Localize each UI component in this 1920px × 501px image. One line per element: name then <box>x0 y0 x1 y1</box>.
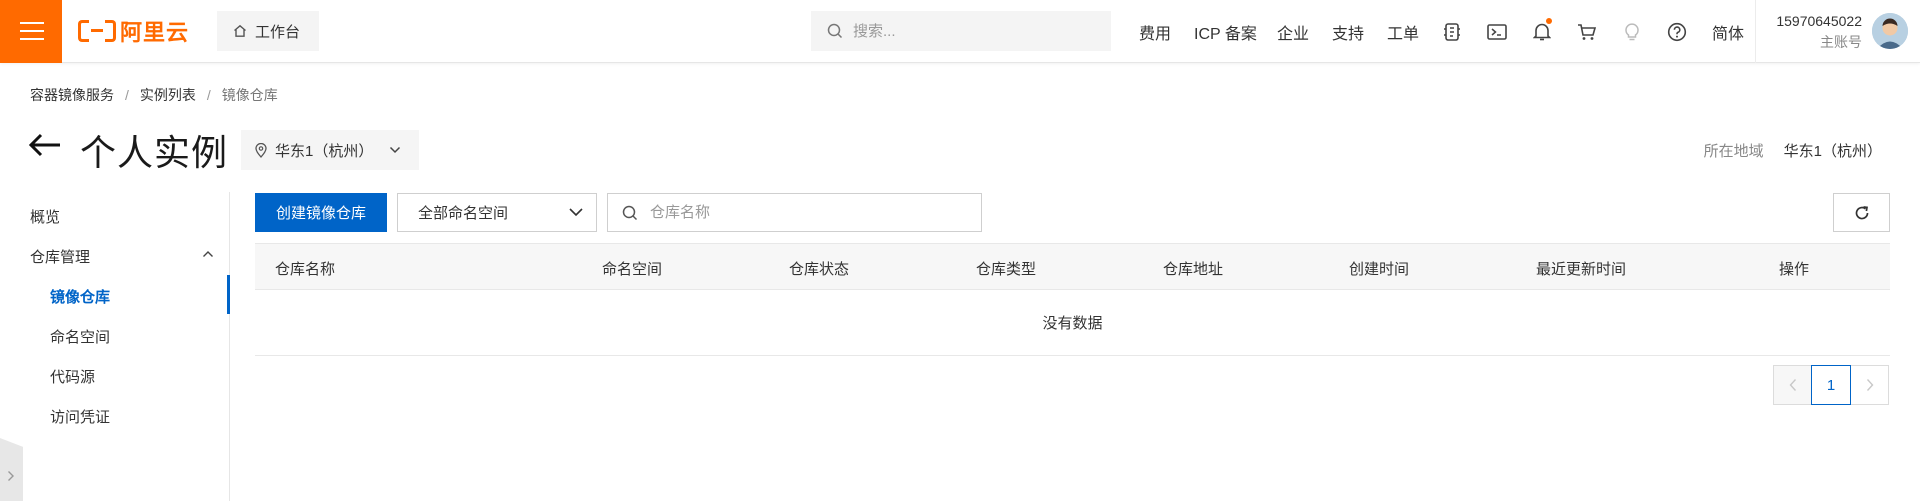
refresh-button[interactable] <box>1833 193 1890 232</box>
notification-dot <box>1546 18 1552 24</box>
global-search-input[interactable] <box>853 22 1093 40</box>
account-id: 15970645022 <box>1776 13 1862 29</box>
column-header: 仓库状态 <box>789 261 850 278</box>
aliyun-logo[interactable]: 阿里云 <box>78 17 189 45</box>
page-title: 个人实例 <box>80 132 229 173</box>
create-repo-button[interactable]: 创建镜像仓库 <box>255 193 387 232</box>
chevron-left-icon <box>1789 379 1796 391</box>
nav-link-ticket[interactable]: 工单 <box>1387 20 1419 44</box>
terminal-icon[interactable] <box>1485 20 1509 44</box>
repo-name-search-input[interactable] <box>650 204 950 221</box>
workbench-button[interactable]: 工作台 <box>217 11 319 51</box>
sidebar-item-namespaces[interactable]: 命名空间 <box>50 326 110 347</box>
refresh-icon <box>1855 205 1868 219</box>
chevron-down-icon <box>569 208 583 217</box>
search-icon <box>622 205 638 220</box>
breadcrumb-instance-list[interactable]: 实例列表 <box>140 85 196 105</box>
account-info[interactable]: 15970645022 主账号 <box>1770 11 1862 53</box>
workbench-label: 工作台 <box>255 23 301 41</box>
home-icon <box>234 24 246 37</box>
menu-icon[interactable] <box>0 0 62 63</box>
active-indicator <box>227 275 230 314</box>
column-header: 最近更新时间 <box>1536 261 1627 278</box>
topbar-divider <box>1755 0 1756 63</box>
chevron-up-icon[interactable] <box>202 250 214 258</box>
table-header: 仓库名称 命名空间 仓库状态 仓库类型 仓库地址 创建时间 最近更新时间 操作 <box>255 243 1890 290</box>
region-value: 华东1（杭州） <box>1783 143 1882 160</box>
chevron-down-icon <box>390 146 401 154</box>
sidebar-item-code-source[interactable]: 代码源 <box>50 366 95 387</box>
breadcrumb-separator: / <box>206 87 211 103</box>
app-icon[interactable] <box>1440 20 1464 44</box>
empty-state: 没有数据 <box>255 290 1890 356</box>
search-icon <box>827 23 843 39</box>
sidebar-item-image-repos[interactable]: 镜像仓库 <box>50 286 110 307</box>
page-number-button[interactable]: 1 <box>1811 365 1851 405</box>
region-select-value: 华东1（杭州） <box>275 142 374 160</box>
help-icon[interactable] <box>1665 20 1689 44</box>
pagination: 1 <box>1773 365 1889 405</box>
bell-icon[interactable] <box>1530 18 1554 44</box>
nav-link-billing[interactable]: 费用 <box>1139 20 1171 44</box>
region-select[interactable]: 华东1（杭州） <box>241 130 419 170</box>
repo-name-search[interactable] <box>607 193 982 232</box>
nav-link-icp[interactable]: ICP 备案 <box>1194 20 1257 44</box>
global-search[interactable] <box>811 11 1111 51</box>
sidebar-item-repo-management[interactable]: 仓库管理 <box>30 246 90 267</box>
chevron-right-icon <box>8 471 14 481</box>
column-header: 仓库类型 <box>976 261 1037 278</box>
language-switch[interactable]: 简体 <box>1712 20 1744 44</box>
column-header: 操作 <box>1779 261 1810 278</box>
breadcrumb: 容器镜像服务 / 实例列表 / 镜像仓库 <box>30 85 278 105</box>
next-page-button[interactable] <box>1850 365 1889 405</box>
cart-icon[interactable] <box>1575 20 1599 44</box>
account-role: 主账号 <box>1820 34 1862 50</box>
column-header: 创建时间 <box>1349 261 1410 278</box>
top-navigation-bar: 阿里云 工作台 费用 ICP 备案 企业 支持 工单 简体 1597064502… <box>0 0 1920 63</box>
column-header: 仓库地址 <box>1163 261 1224 278</box>
lightbulb-icon[interactable] <box>1620 20 1644 44</box>
column-header: 仓库名称 <box>275 261 336 278</box>
chevron-right-icon <box>1866 379 1873 391</box>
namespace-select-value: 全部命名空间 <box>418 205 509 222</box>
location-pin-icon <box>255 142 267 158</box>
empty-text: 没有数据 <box>1042 315 1103 332</box>
current-region: 所在地域 华东1（杭州） <box>1704 140 1882 161</box>
namespace-select[interactable]: 全部命名空间 <box>397 193 597 232</box>
prev-page-button[interactable] <box>1773 365 1812 405</box>
back-arrow-icon[interactable] <box>28 133 62 161</box>
breadcrumb-container-registry[interactable]: 容器镜像服务 <box>30 85 114 105</box>
breadcrumb-separator: / <box>125 87 129 103</box>
breadcrumb-current: 镜像仓库 <box>221 87 278 103</box>
logo-text: 阿里云 <box>120 20 190 45</box>
region-label: 所在地域 <box>1703 143 1764 160</box>
aliyun-logo-icon <box>78 20 116 42</box>
column-header: 命名空间 <box>602 261 663 278</box>
nav-link-enterprise[interactable]: 企业 <box>1277 20 1309 44</box>
sidebar-item-overview[interactable]: 概览 <box>30 206 60 227</box>
sidebar: 概览 仓库管理 镜像仓库 命名空间 代码源 访问凭证 <box>0 192 230 501</box>
nav-link-support[interactable]: 支持 <box>1332 20 1364 44</box>
sidebar-item-access-credentials[interactable]: 访问凭证 <box>50 406 110 427</box>
sidebar-collapse-tab[interactable] <box>0 438 23 501</box>
repo-table: 仓库名称 命名空间 仓库状态 仓库类型 仓库地址 创建时间 最近更新时间 操作 … <box>255 243 1890 356</box>
avatar[interactable] <box>1872 13 1908 49</box>
